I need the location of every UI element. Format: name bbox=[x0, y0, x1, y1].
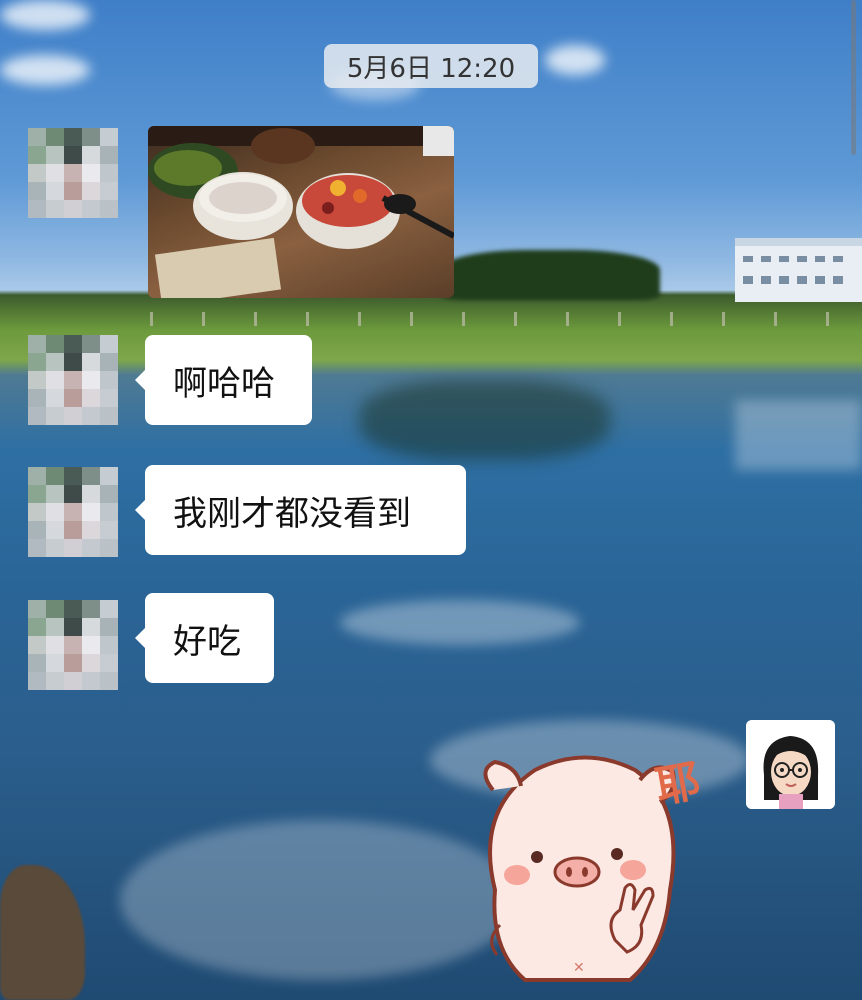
message-bubble[interactable]: 我刚才都没看到 bbox=[135, 465, 466, 555]
self-avatar[interactable] bbox=[746, 720, 835, 809]
girl-avatar-icon bbox=[746, 720, 835, 809]
message-timestamp: 5月6日 12:20 bbox=[324, 44, 538, 88]
message-bubble[interactable]: 啊哈哈 bbox=[135, 335, 312, 425]
svg-text:✕: ✕ bbox=[573, 960, 585, 976]
food-photo-icon bbox=[148, 126, 454, 298]
contact-avatar[interactable] bbox=[28, 128, 118, 218]
image-message-food-photo[interactable] bbox=[148, 126, 454, 298]
pig-sticker[interactable]: ✕ 耶 bbox=[455, 740, 720, 985]
message-text: 我刚才都没看到 bbox=[173, 493, 411, 534]
building-in-background bbox=[735, 238, 862, 302]
message-text: 好吃 bbox=[173, 621, 241, 662]
contact-avatar[interactable] bbox=[28, 467, 118, 557]
contact-avatar[interactable] bbox=[28, 335, 118, 425]
scrollbar[interactable] bbox=[851, 0, 856, 155]
contact-avatar[interactable] bbox=[28, 600, 118, 690]
message-bubble[interactable]: 好吃 bbox=[135, 593, 274, 683]
message-text: 啊哈哈 bbox=[173, 363, 275, 404]
